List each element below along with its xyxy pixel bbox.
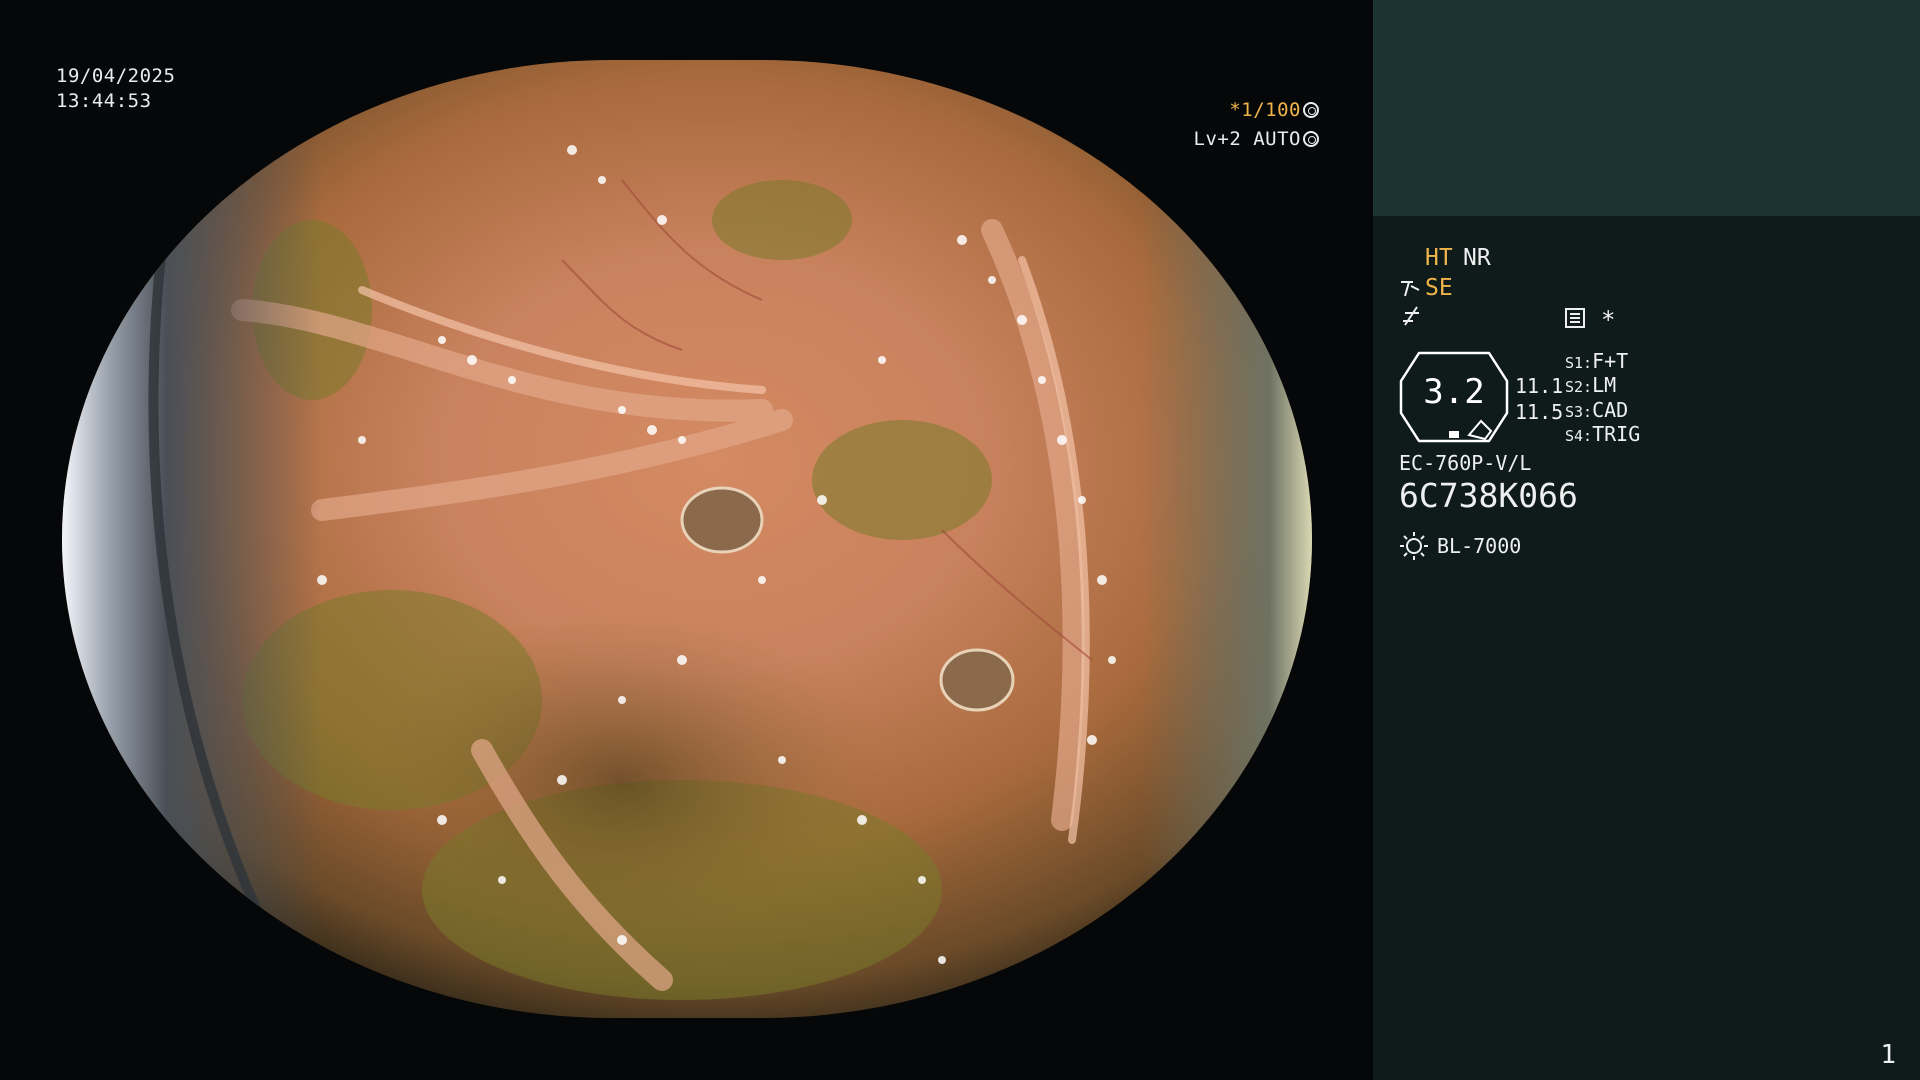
endoscope-video-area: 19/04/2025 13:44:53 *1/100 Lv+2 AUTO — [0, 0, 1373, 1080]
colon-mucosa-image — [62, 60, 1312, 1018]
star-marker: * — [1601, 306, 1616, 334]
endoscopy-screen: 19/04/2025 13:44:53 *1/100 Lv+2 AUTO HT … — [0, 0, 1920, 1080]
settings-info-block — [1373, 216, 1920, 1080]
date-time-readout: 19/04/2025 13:44:53 — [56, 64, 175, 114]
mode-ht-label: HT — [1425, 245, 1453, 271]
switch-row: S3:CAD — [1565, 398, 1628, 424]
switch-function: LM — [1592, 373, 1617, 397]
switch-row: S1:F+T — [1565, 349, 1628, 375]
light-source-model: BL-7000 — [1437, 534, 1522, 558]
switch-key: S2: — [1565, 378, 1593, 396]
endoscopic-image — [62, 60, 1312, 1018]
iris-icon — [1303, 131, 1319, 147]
switch-function: TRIG — [1592, 422, 1641, 446]
switch-row: S4:TRIG — [1565, 422, 1640, 448]
zoom-upper-value: 11.1 — [1515, 374, 1564, 398]
menu-icon — [1565, 308, 1585, 328]
time-text: 13:44:53 — [56, 90, 152, 112]
date-text: 19/04/2025 — [56, 65, 176, 87]
info-panel: HT NR SE * 3.2 11.1 11.5 S1:F+T S2:LM S3… — [1373, 0, 1920, 1080]
zoom-value: 3.2 — [1423, 372, 1485, 412]
page-number: 1 — [1880, 1040, 1896, 1070]
filter-icon — [1403, 306, 1419, 326]
level-text: Lv+2 — [1193, 128, 1242, 150]
scope-serial-number: 6C738K066 — [1399, 476, 1578, 515]
switch-function: CAD — [1592, 398, 1629, 422]
brightness-level-readout: Lv+2 AUTO — [1194, 127, 1319, 152]
exposure-mode-text: AUTO — [1253, 128, 1301, 150]
patient-info-block — [1373, 0, 1920, 216]
shutter-speed-readout: *1/100 — [1229, 98, 1319, 123]
switch-function: F+T — [1592, 349, 1629, 373]
mode-nr-label: NR — [1463, 245, 1491, 271]
switch-row: S2:LM — [1565, 373, 1616, 399]
mode-se-label: SE — [1425, 275, 1453, 301]
switch-key: S3: — [1565, 403, 1593, 421]
aperture-icon — [1303, 102, 1319, 118]
switch-key: S4: — [1565, 427, 1593, 445]
zoom-lower-value: 11.5 — [1515, 400, 1564, 424]
shutter-prefix: * — [1229, 99, 1242, 121]
light-source-icon — [1400, 532, 1428, 560]
switch-key: S1: — [1565, 354, 1593, 372]
shutter-value: 1/100 — [1241, 99, 1301, 121]
scope-model-label: EC-760P-V/L — [1399, 451, 1532, 475]
scope-tip-icon — [1401, 281, 1420, 297]
